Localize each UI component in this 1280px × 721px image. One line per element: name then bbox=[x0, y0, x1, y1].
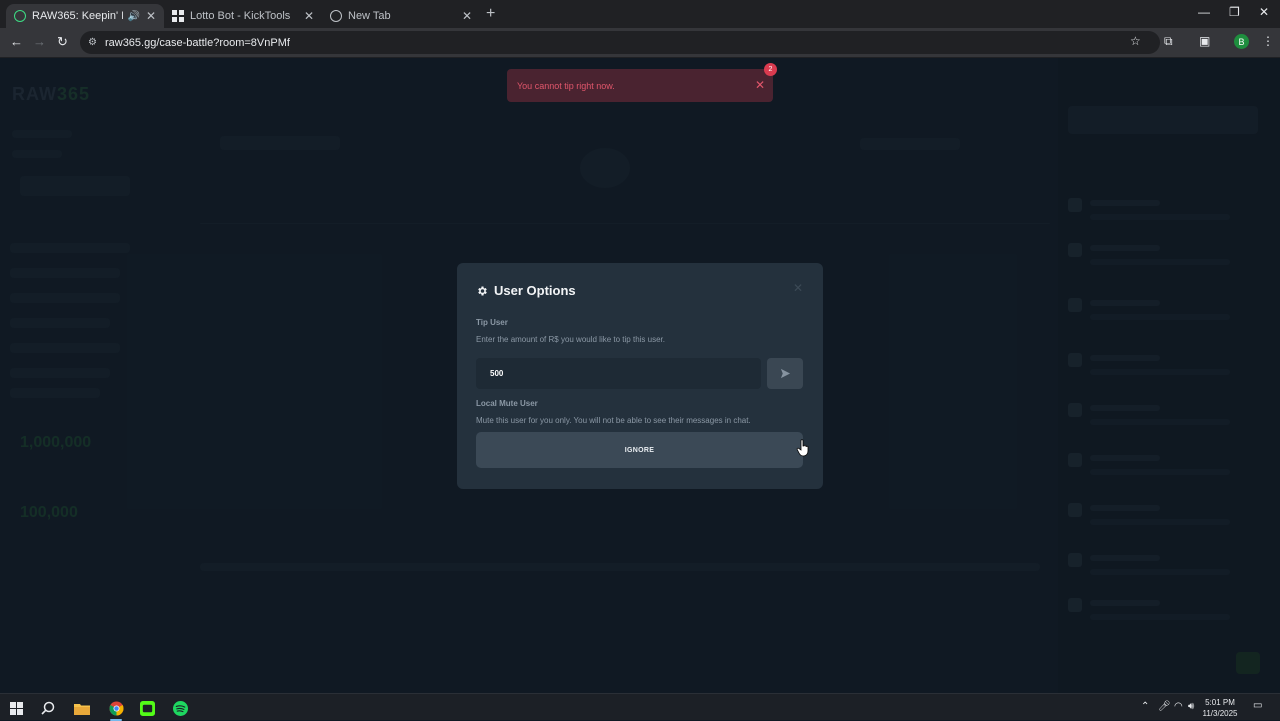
address-bar[interactable]: ⚙ raw365.gg/case-battle?room=8VnPMf bbox=[80, 31, 1160, 54]
close-tab-icon[interactable]: ✕ bbox=[146, 9, 156, 23]
tab-title: New Tab bbox=[348, 10, 391, 22]
tip-user-label: Tip User bbox=[476, 318, 508, 327]
profile-avatar[interactable]: B bbox=[1234, 34, 1249, 49]
browser-toolbar: ← → ↻ ⚙ raw365.gg/case-battle?room=8VnPM… bbox=[0, 28, 1280, 58]
windows-taskbar: ⌃ 🎤︎ ◠ 🔊︎ 5:01 PM 11/3/2025 ▭ bbox=[0, 693, 1280, 721]
extensions-icon[interactable]: ⧉ bbox=[1164, 34, 1173, 49]
kick-app-icon[interactable] bbox=[137, 698, 157, 718]
site-info-icon[interactable]: ⚙ bbox=[88, 37, 97, 48]
toast-message: You cannot tip right now. bbox=[517, 80, 615, 91]
send-arrow-icon bbox=[780, 368, 790, 379]
notifications-icon[interactable]: ▭ bbox=[1253, 700, 1262, 711]
speaker-icon[interactable]: 🔊 bbox=[127, 11, 139, 22]
file-explorer-icon[interactable] bbox=[72, 698, 92, 718]
local-mute-description: Mute this user for you only. You will no… bbox=[476, 416, 751, 425]
tab-title: RAW365: Keepin' It Raw bbox=[32, 10, 124, 22]
modal-header: User Options bbox=[476, 283, 576, 298]
close-tab-icon[interactable]: ✕ bbox=[304, 9, 314, 23]
gear-icon bbox=[478, 286, 487, 295]
forward-arrow-icon[interactable]: → bbox=[33, 34, 46, 49]
window-close-icon[interactable]: ✕ bbox=[1259, 5, 1269, 19]
tip-amount-input[interactable] bbox=[476, 358, 761, 389]
microphone-icon[interactable]: 🎤︎ bbox=[1158, 701, 1171, 712]
side-panel-icon[interactable]: ▣ bbox=[1199, 34, 1210, 48]
user-options-modal: User Options ✕ Tip User Enter the amount… bbox=[457, 263, 823, 489]
raw365-favicon-icon bbox=[14, 10, 26, 22]
clock-time: 5:01 PM bbox=[1205, 698, 1235, 707]
browser-tab-lotto-bot[interactable]: Lotto Bot - KickTools ✕ bbox=[164, 4, 322, 28]
bookmark-star-icon[interactable]: ☆ bbox=[1130, 34, 1141, 48]
page-content: RAW365 1,000,000 100,000 You cannot tip … bbox=[0, 58, 1280, 693]
back-arrow-icon[interactable]: ← bbox=[10, 34, 23, 49]
new-tab-plus-icon[interactable]: + bbox=[486, 5, 495, 23]
spotify-icon[interactable] bbox=[170, 698, 190, 718]
close-tab-icon[interactable]: ✕ bbox=[462, 9, 472, 23]
minimize-icon[interactable]: — bbox=[1198, 5, 1210, 19]
chrome-taskbar-icon[interactable] bbox=[106, 698, 126, 721]
hand-cursor-icon bbox=[796, 439, 809, 457]
url-text: raw365.gg/case-battle?room=8VnPMf bbox=[104, 36, 290, 49]
wifi-icon[interactable]: ◠ bbox=[1174, 701, 1183, 712]
kicktools-favicon-icon bbox=[172, 10, 184, 22]
modal-title: User Options bbox=[494, 283, 576, 298]
toast-count-badge: 2 bbox=[764, 63, 777, 76]
browser-tab-strip: RAW365: Keepin' It Raw 🔊 ✕ Lotto Bot - K… bbox=[0, 0, 1280, 28]
ignore-user-button[interactable]: IGNORE bbox=[476, 432, 803, 468]
modal-close-icon[interactable]: ✕ bbox=[793, 281, 803, 295]
browser-tab-new-tab[interactable]: New Tab ✕ bbox=[322, 4, 480, 28]
local-mute-label: Local Mute User bbox=[476, 399, 538, 408]
menu-kebab-icon[interactable]: ⋮ bbox=[1262, 34, 1274, 48]
taskbar-clock[interactable]: 5:01 PM 11/3/2025 bbox=[1200, 697, 1240, 719]
chrome-favicon-icon bbox=[330, 10, 342, 22]
clock-date: 11/3/2025 bbox=[1202, 709, 1238, 718]
tab-title: Lotto Bot - KickTools bbox=[190, 10, 291, 22]
restore-icon[interactable]: ❐ bbox=[1229, 5, 1240, 19]
search-icon[interactable] bbox=[38, 698, 58, 718]
toast-close-icon[interactable]: ✕ bbox=[755, 78, 765, 92]
send-tip-button[interactable] bbox=[767, 358, 803, 389]
tip-user-description: Enter the amount of R$ you would like to… bbox=[476, 335, 665, 344]
windows-start-icon[interactable] bbox=[6, 698, 26, 718]
tray-chevron-up-icon[interactable]: ⌃ bbox=[1141, 701, 1149, 712]
error-toast: You cannot tip right now. ✕ 2 bbox=[507, 63, 777, 102]
reload-icon[interactable]: ↻ bbox=[57, 34, 68, 50]
volume-icon[interactable]: 🔊︎ bbox=[1188, 701, 1194, 712]
browser-tab-raw365[interactable]: RAW365: Keepin' It Raw 🔊 ✕ bbox=[6, 4, 164, 28]
